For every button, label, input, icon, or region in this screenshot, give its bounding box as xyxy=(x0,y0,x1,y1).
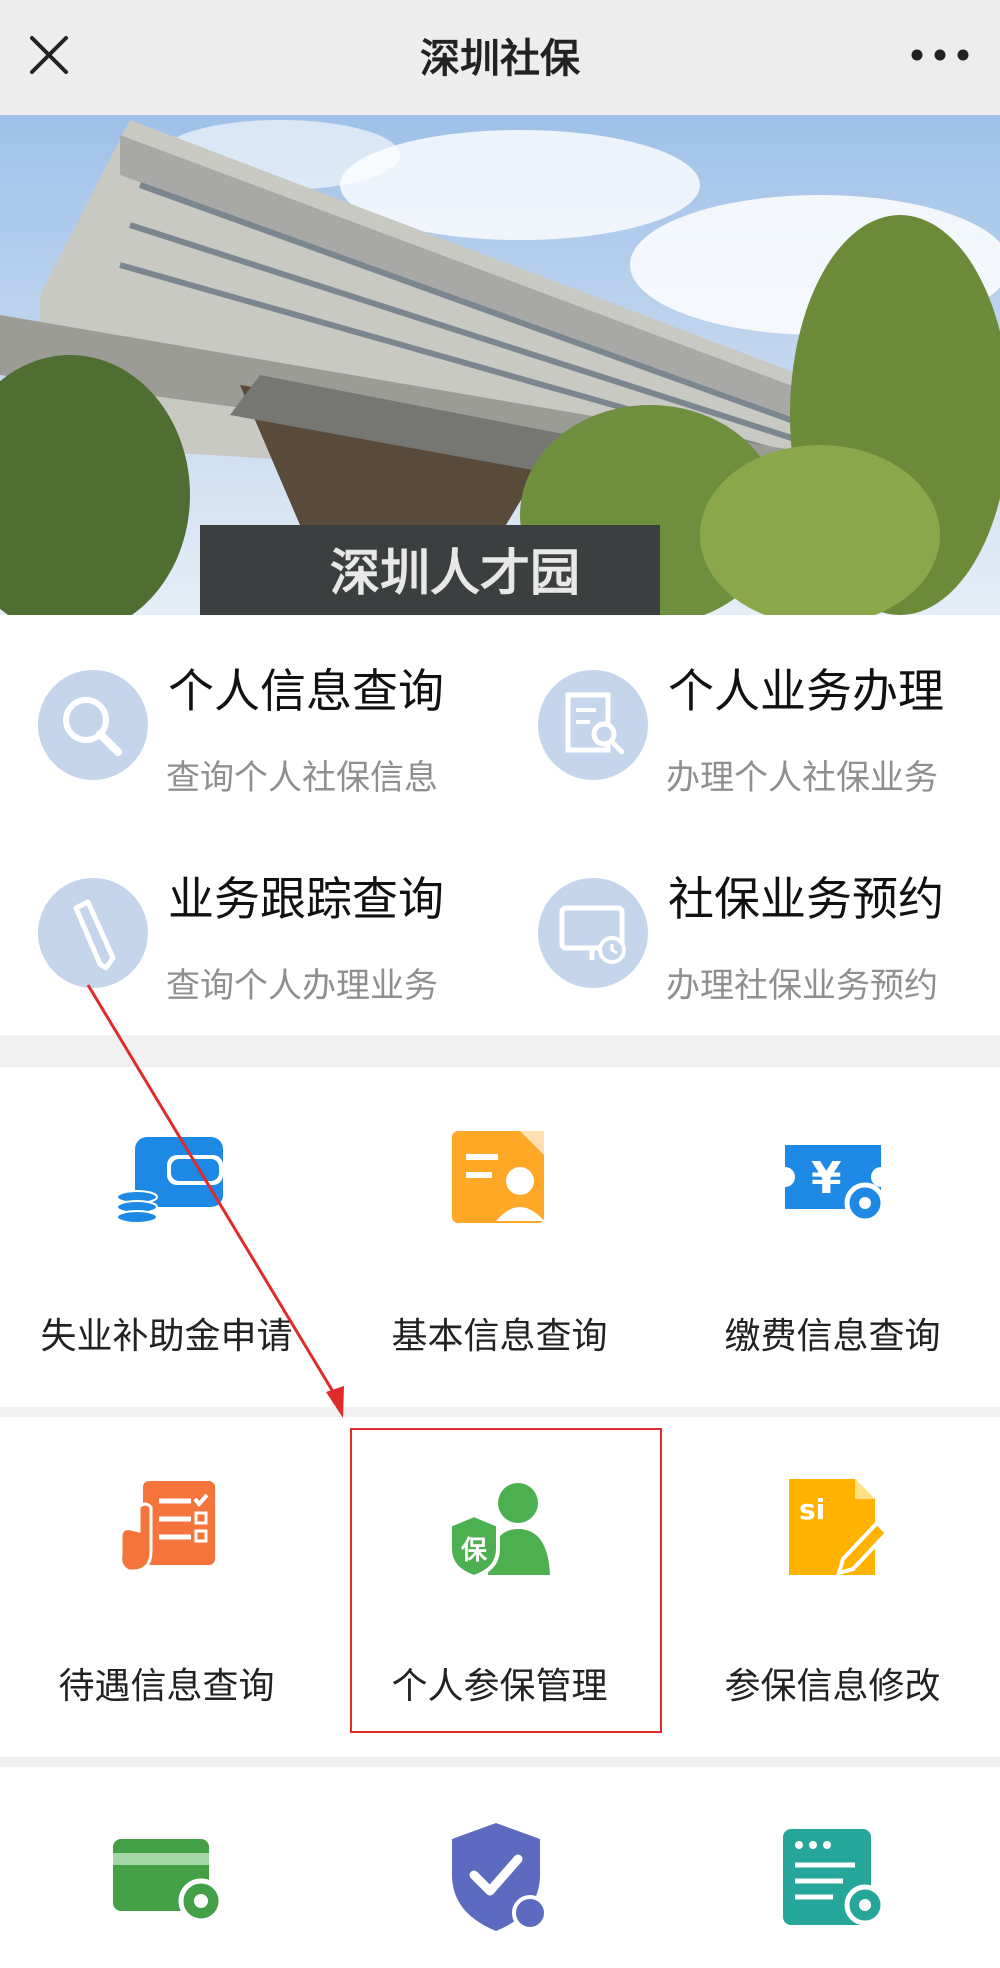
svg-text:¥: ¥ xyxy=(811,1153,842,1204)
document-search-icon xyxy=(538,670,648,780)
grid-row: 失业补助金申请 基本信息查询 ¥ 缴费信息查询 xyxy=(0,1067,1000,1407)
grid-item-label: 参保信息修改 xyxy=(724,1666,941,1707)
section-divider xyxy=(0,1407,1000,1417)
pencil-icon xyxy=(38,878,148,988)
quick-item-subtitle: 办理社保业务预约 xyxy=(666,966,938,1006)
card-gear-icon xyxy=(112,1839,223,1924)
banner-sign-text: 深圳人才园 xyxy=(330,545,580,601)
server-gear-icon xyxy=(782,1829,885,1926)
quick-item-subtitle: 查询个人办理业务 xyxy=(166,966,438,1006)
more-button[interactable] xyxy=(905,30,975,80)
grid-item-payment-info[interactable]: ¥ 缴费信息查询 xyxy=(666,1067,999,1407)
document-text: si xyxy=(799,1493,825,1526)
grid-item-label: 缴费信息查询 xyxy=(724,1316,941,1357)
quick-item-tracking[interactable]: 业务跟踪查询 查询个人办理业务 xyxy=(38,823,498,1006)
top-bar: 深圳社保 xyxy=(0,0,1000,115)
yen-gear-icon: ¥ xyxy=(784,1145,885,1224)
grid-item-benefit-info[interactable]: 待遇信息查询 xyxy=(0,1417,333,1757)
quick-item-title: 个人业务办理 xyxy=(668,664,944,718)
monitor-clock-icon xyxy=(538,878,648,988)
search-icon xyxy=(38,670,148,780)
grid-item-server[interactable] xyxy=(666,1767,999,1968)
quick-services: 个人信息查询 查询个人社保信息 个人业务办理 办理个人社保业务 业务跟踪查询 查… xyxy=(0,615,1000,1035)
section-divider xyxy=(0,1757,1000,1767)
quick-item-title: 个人信息查询 xyxy=(168,664,444,718)
grid-item-label: 基本信息查询 xyxy=(391,1316,608,1357)
shield-check-icon xyxy=(451,1823,548,1931)
quick-item-personal-info[interactable]: 个人信息查询 查询个人社保信息 xyxy=(38,615,498,798)
quick-item-subtitle: 查询个人社保信息 xyxy=(166,758,438,798)
checklist-hand-icon xyxy=(118,1481,215,1573)
quick-item-personal-business[interactable]: 个人业务办理 办理个人社保业务 xyxy=(538,615,998,798)
grid-item-label: 失业补助金申请 xyxy=(40,1316,293,1357)
grid-item-label: 待遇信息查询 xyxy=(58,1666,275,1707)
quick-item-subtitle: 办理个人社保业务 xyxy=(666,758,938,798)
page-title: 深圳社保 xyxy=(420,36,580,82)
quick-item-appointment[interactable]: 社保业务预约 办理社保业务预约 xyxy=(538,823,998,1006)
grid-item-unemployment-subsidy[interactable]: 失业补助金申请 xyxy=(0,1067,333,1407)
wallet-coins-icon xyxy=(115,1137,223,1224)
grid-item-card[interactable] xyxy=(0,1767,333,1968)
section-divider xyxy=(0,1035,1000,1067)
more-icon xyxy=(911,49,969,61)
grid-row xyxy=(0,1767,1000,1968)
highlight-box xyxy=(350,1428,662,1733)
profile-document-icon xyxy=(451,1131,544,1223)
grid-item-basic-info[interactable]: 基本信息查询 xyxy=(333,1067,666,1407)
grid-item-shield[interactable] xyxy=(333,1767,666,1968)
grid-item-insurance-modify[interactable]: si 参保信息修改 xyxy=(666,1417,999,1757)
quick-item-title: 业务跟踪查询 xyxy=(168,872,444,926)
quick-item-title: 社保业务预约 xyxy=(668,872,944,926)
si-edit-icon: si xyxy=(788,1479,890,1576)
banner-image[interactable]: 深圳人才园 xyxy=(0,115,1000,615)
